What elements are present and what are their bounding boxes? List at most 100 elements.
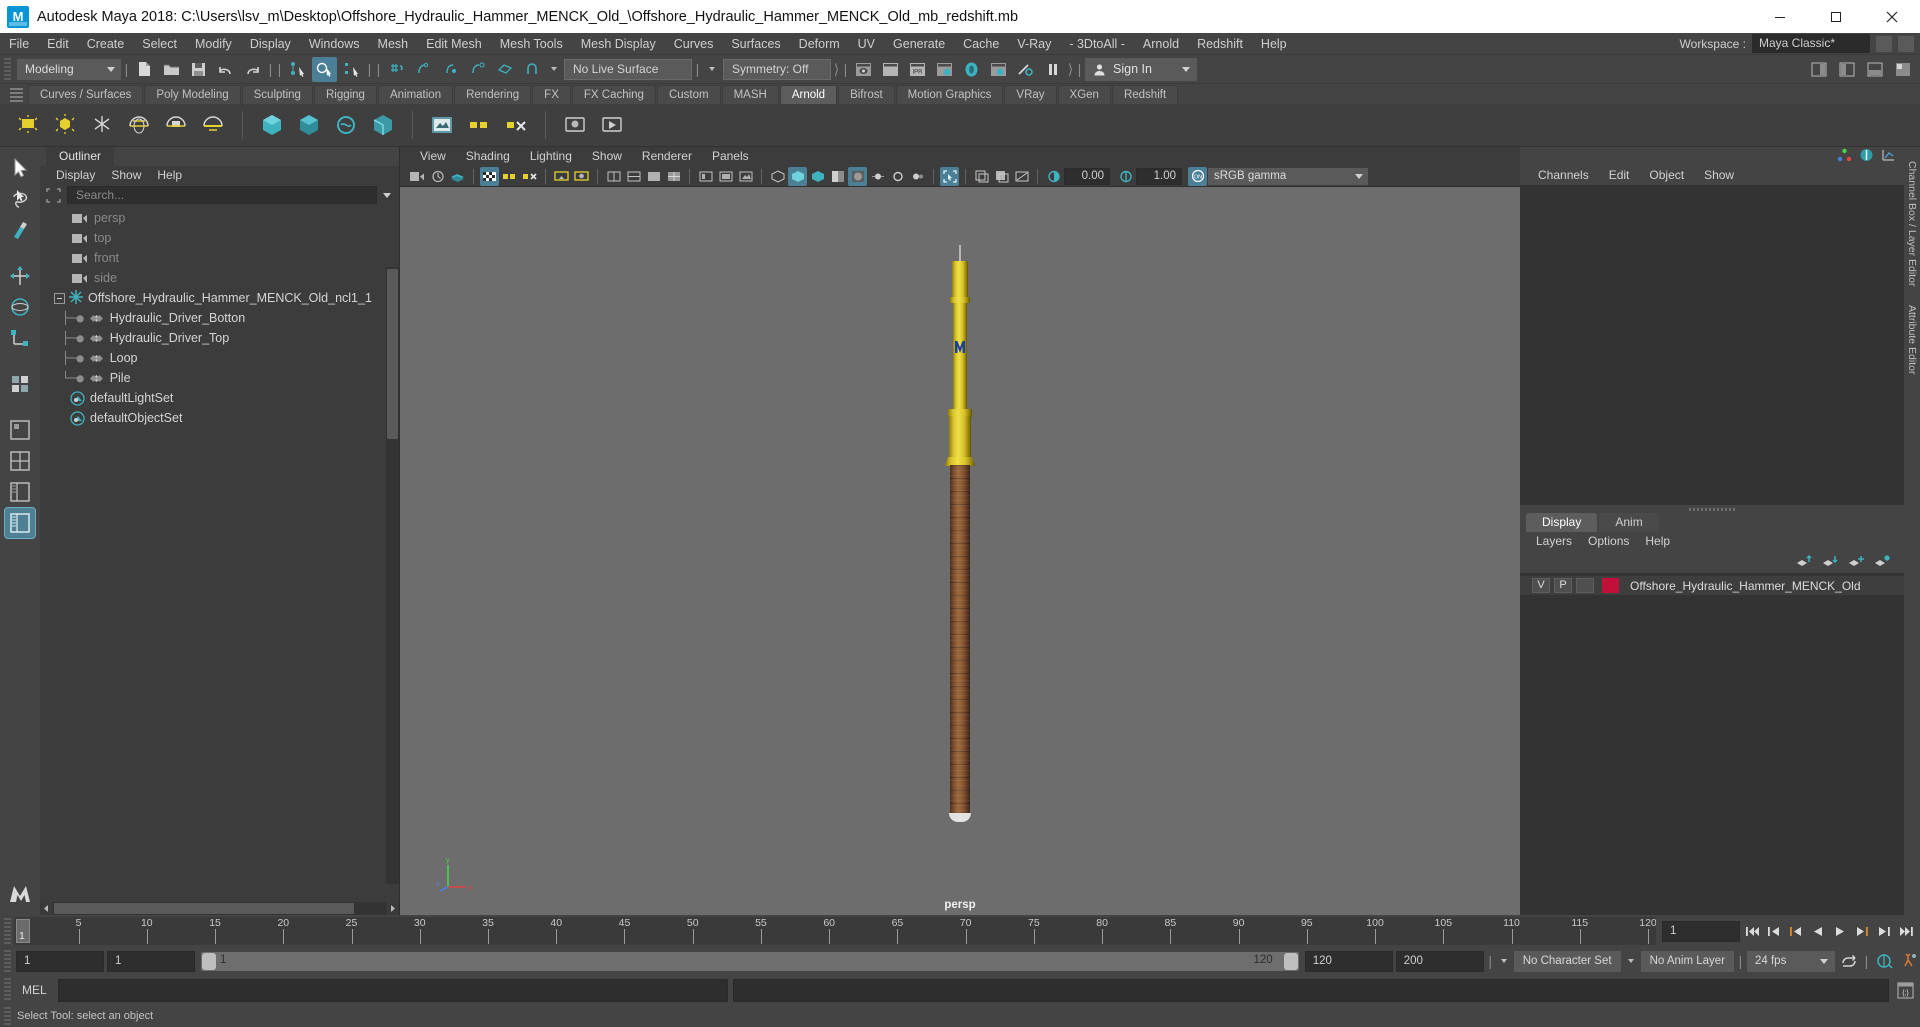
use-default-material-icon[interactable] <box>696 167 715 186</box>
shelf-tab-fx[interactable]: FX <box>532 85 571 104</box>
step-back-frame-icon[interactable] <box>1764 920 1784 942</box>
shadows-icon[interactable] <box>828 167 847 186</box>
snap-to-view-plane-icon[interactable] <box>492 57 517 82</box>
viewport-menu-lighting[interactable]: Lighting <box>520 147 582 166</box>
shelf-tab-animation[interactable]: Animation <box>377 85 454 104</box>
menu-arnold[interactable]: Arnold <box>1134 33 1188 55</box>
play-forwards-icon[interactable] <box>1830 920 1850 942</box>
last-tool-used-icon[interactable] <box>5 369 35 399</box>
snap-to-point-icon[interactable] <box>438 57 463 82</box>
menu-uv[interactable]: UV <box>849 33 884 55</box>
menu-file[interactable]: File <box>0 33 38 55</box>
rotate-tool-icon[interactable] <box>5 292 35 322</box>
menu-3dtoall[interactable]: - 3DtoAll - <box>1060 33 1134 55</box>
render-settings-icon[interactable] <box>932 57 957 82</box>
menu-select[interactable]: Select <box>133 33 186 55</box>
undo-icon[interactable] <box>213 57 238 82</box>
collapse-expander-icon[interactable] <box>54 292 65 304</box>
script-editor-icon[interactable]: {;} <box>1894 979 1916 1001</box>
command-response-field[interactable] <box>732 978 1889 1002</box>
play-backwards-icon[interactable] <box>1808 920 1828 942</box>
menu-curves[interactable]: Curves <box>665 33 723 55</box>
new-layer-icon[interactable] <box>1848 554 1864 571</box>
select-tool-icon[interactable] <box>5 153 35 183</box>
command-line-grip[interactable] <box>4 978 11 1002</box>
step-back-key-icon[interactable] <box>1786 920 1806 942</box>
range-slider[interactable]: 1 120 <box>201 951 1299 971</box>
layers-menu-layers[interactable]: Layers <box>1528 532 1580 551</box>
scrollbar-thumb-horizontal[interactable] <box>54 903 354 914</box>
arnold-point-light-icon[interactable] <box>49 109 81 141</box>
shaded-display-icon[interactable] <box>716 167 735 186</box>
lock-camera-icon[interactable] <box>428 167 447 186</box>
go-to-end-icon[interactable] <box>1896 920 1916 942</box>
scroll-right-arrow-icon[interactable] <box>386 902 399 915</box>
arnold-mesh-light-icon[interactable] <box>160 109 192 141</box>
move-layer-up-icon[interactable] <box>1796 554 1812 571</box>
shelf-tab-rigging[interactable]: Rigging <box>313 85 377 104</box>
redo-previous-render-icon[interactable] <box>878 57 903 82</box>
arnold-bifrost-icon[interactable] <box>330 109 362 141</box>
menu-surfaces[interactable]: Surfaces <box>722 33 789 55</box>
save-scene-icon[interactable] <box>186 57 211 82</box>
arnold-area-light-icon[interactable] <box>12 109 44 141</box>
snap-to-grid-icon[interactable] <box>384 57 409 82</box>
vertical-tab-attribute-editor[interactable]: Attribute Editor <box>1906 305 1918 374</box>
shelf-tab-arnold[interactable]: Arnold <box>779 85 838 104</box>
gamma-value-field[interactable]: 1.00 <box>1136 167 1182 185</box>
arnold-volume-icon[interactable] <box>293 109 325 141</box>
outliner-menu-help[interactable]: Help <box>149 166 190 185</box>
menu-mesh-tools[interactable]: Mesh Tools <box>491 33 572 55</box>
select-by-hierarchy-icon[interactable] <box>285 57 310 82</box>
step-forward-key-icon[interactable] <box>1852 920 1872 942</box>
viewport-menu-show[interactable]: Show <box>582 147 632 166</box>
outliner-tree[interactable]: persp top front side Offshore_Hydraulic_… <box>40 205 399 902</box>
arnold-distant-light-icon[interactable] <box>86 109 118 141</box>
pause-icon[interactable] <box>1040 57 1065 82</box>
shelf-tab-curves-surfaces[interactable]: Curves / Surfaces <box>28 85 144 104</box>
persp-outliner-layout-icon[interactable] <box>5 477 35 507</box>
channel-box-icon[interactable] <box>1837 148 1852 165</box>
right-panel-splitter[interactable] <box>1520 505 1904 513</box>
range-slider-left-handle[interactable] <box>202 952 216 970</box>
layer-visibility-toggle[interactable]: V <box>1532 578 1550 593</box>
arnold-scene-source-icon[interactable] <box>367 109 399 141</box>
menu-mesh-display[interactable]: Mesh Display <box>572 33 665 55</box>
viewport-menu-panels[interactable]: Panels <box>702 147 759 166</box>
show-hide-attribute-editor-icon[interactable] <box>1835 57 1860 82</box>
menu-generate[interactable]: Generate <box>884 33 954 55</box>
modeling-toolkit-icon[interactable] <box>1859 148 1874 165</box>
four-view-layout-icon[interactable] <box>5 446 35 476</box>
snap-options-chevron-icon[interactable] <box>551 67 557 71</box>
shelf-tab-xgen[interactable]: XGen <box>1057 85 1111 104</box>
sign-in-button[interactable]: Sign In <box>1085 57 1197 81</box>
menu-deform[interactable]: Deform <box>790 33 849 55</box>
layer-playback-toggle[interactable]: P <box>1554 578 1572 593</box>
camera-bookmark-icon[interactable] <box>448 167 467 186</box>
show-hide-tool-settings-icon[interactable] <box>1863 57 1888 82</box>
shelf-tab-bifrost[interactable]: Bifrost <box>838 85 895 104</box>
layer-type-toggle[interactable] <box>1576 578 1594 593</box>
select-camera-icon[interactable] <box>408 167 427 186</box>
live-surface-field[interactable]: No Live Surface <box>564 58 692 80</box>
maximize-button[interactable] <box>1808 0 1864 33</box>
scale-tool-icon[interactable] <box>5 323 35 353</box>
menu-redshift[interactable]: Redshift <box>1188 33 1252 55</box>
channelbox-menu-edit[interactable]: Edit <box>1599 165 1640 185</box>
outliner-item-side[interactable]: side <box>40 268 399 288</box>
move-tool-icon[interactable] <box>5 261 35 291</box>
workspace-lock-icon[interactable] <box>1898 35 1914 52</box>
current-frame-field[interactable]: 1 <box>1662 920 1740 942</box>
tab-display-layers[interactable]: Display <box>1526 513 1598 532</box>
time-slider-cursor[interactable]: 1 <box>16 919 30 943</box>
grid-toggle-icon[interactable] <box>480 166 499 186</box>
animation-preferences-icon[interactable] <box>1898 950 1920 972</box>
shelf-tab-mash[interactable]: MASH <box>721 85 779 104</box>
outliner-item-loop[interactable]: ├─● Loop <box>40 348 399 368</box>
arnold-photometric-light-icon[interactable] <box>197 109 229 141</box>
layer-color-swatch[interactable] <box>1602 578 1619 593</box>
shelf-tab-rendering[interactable]: Rendering <box>454 85 532 104</box>
search-input[interactable] <box>67 186 377 204</box>
statusline-grip[interactable] <box>4 58 11 80</box>
loop-playback-icon[interactable] <box>1838 950 1860 972</box>
